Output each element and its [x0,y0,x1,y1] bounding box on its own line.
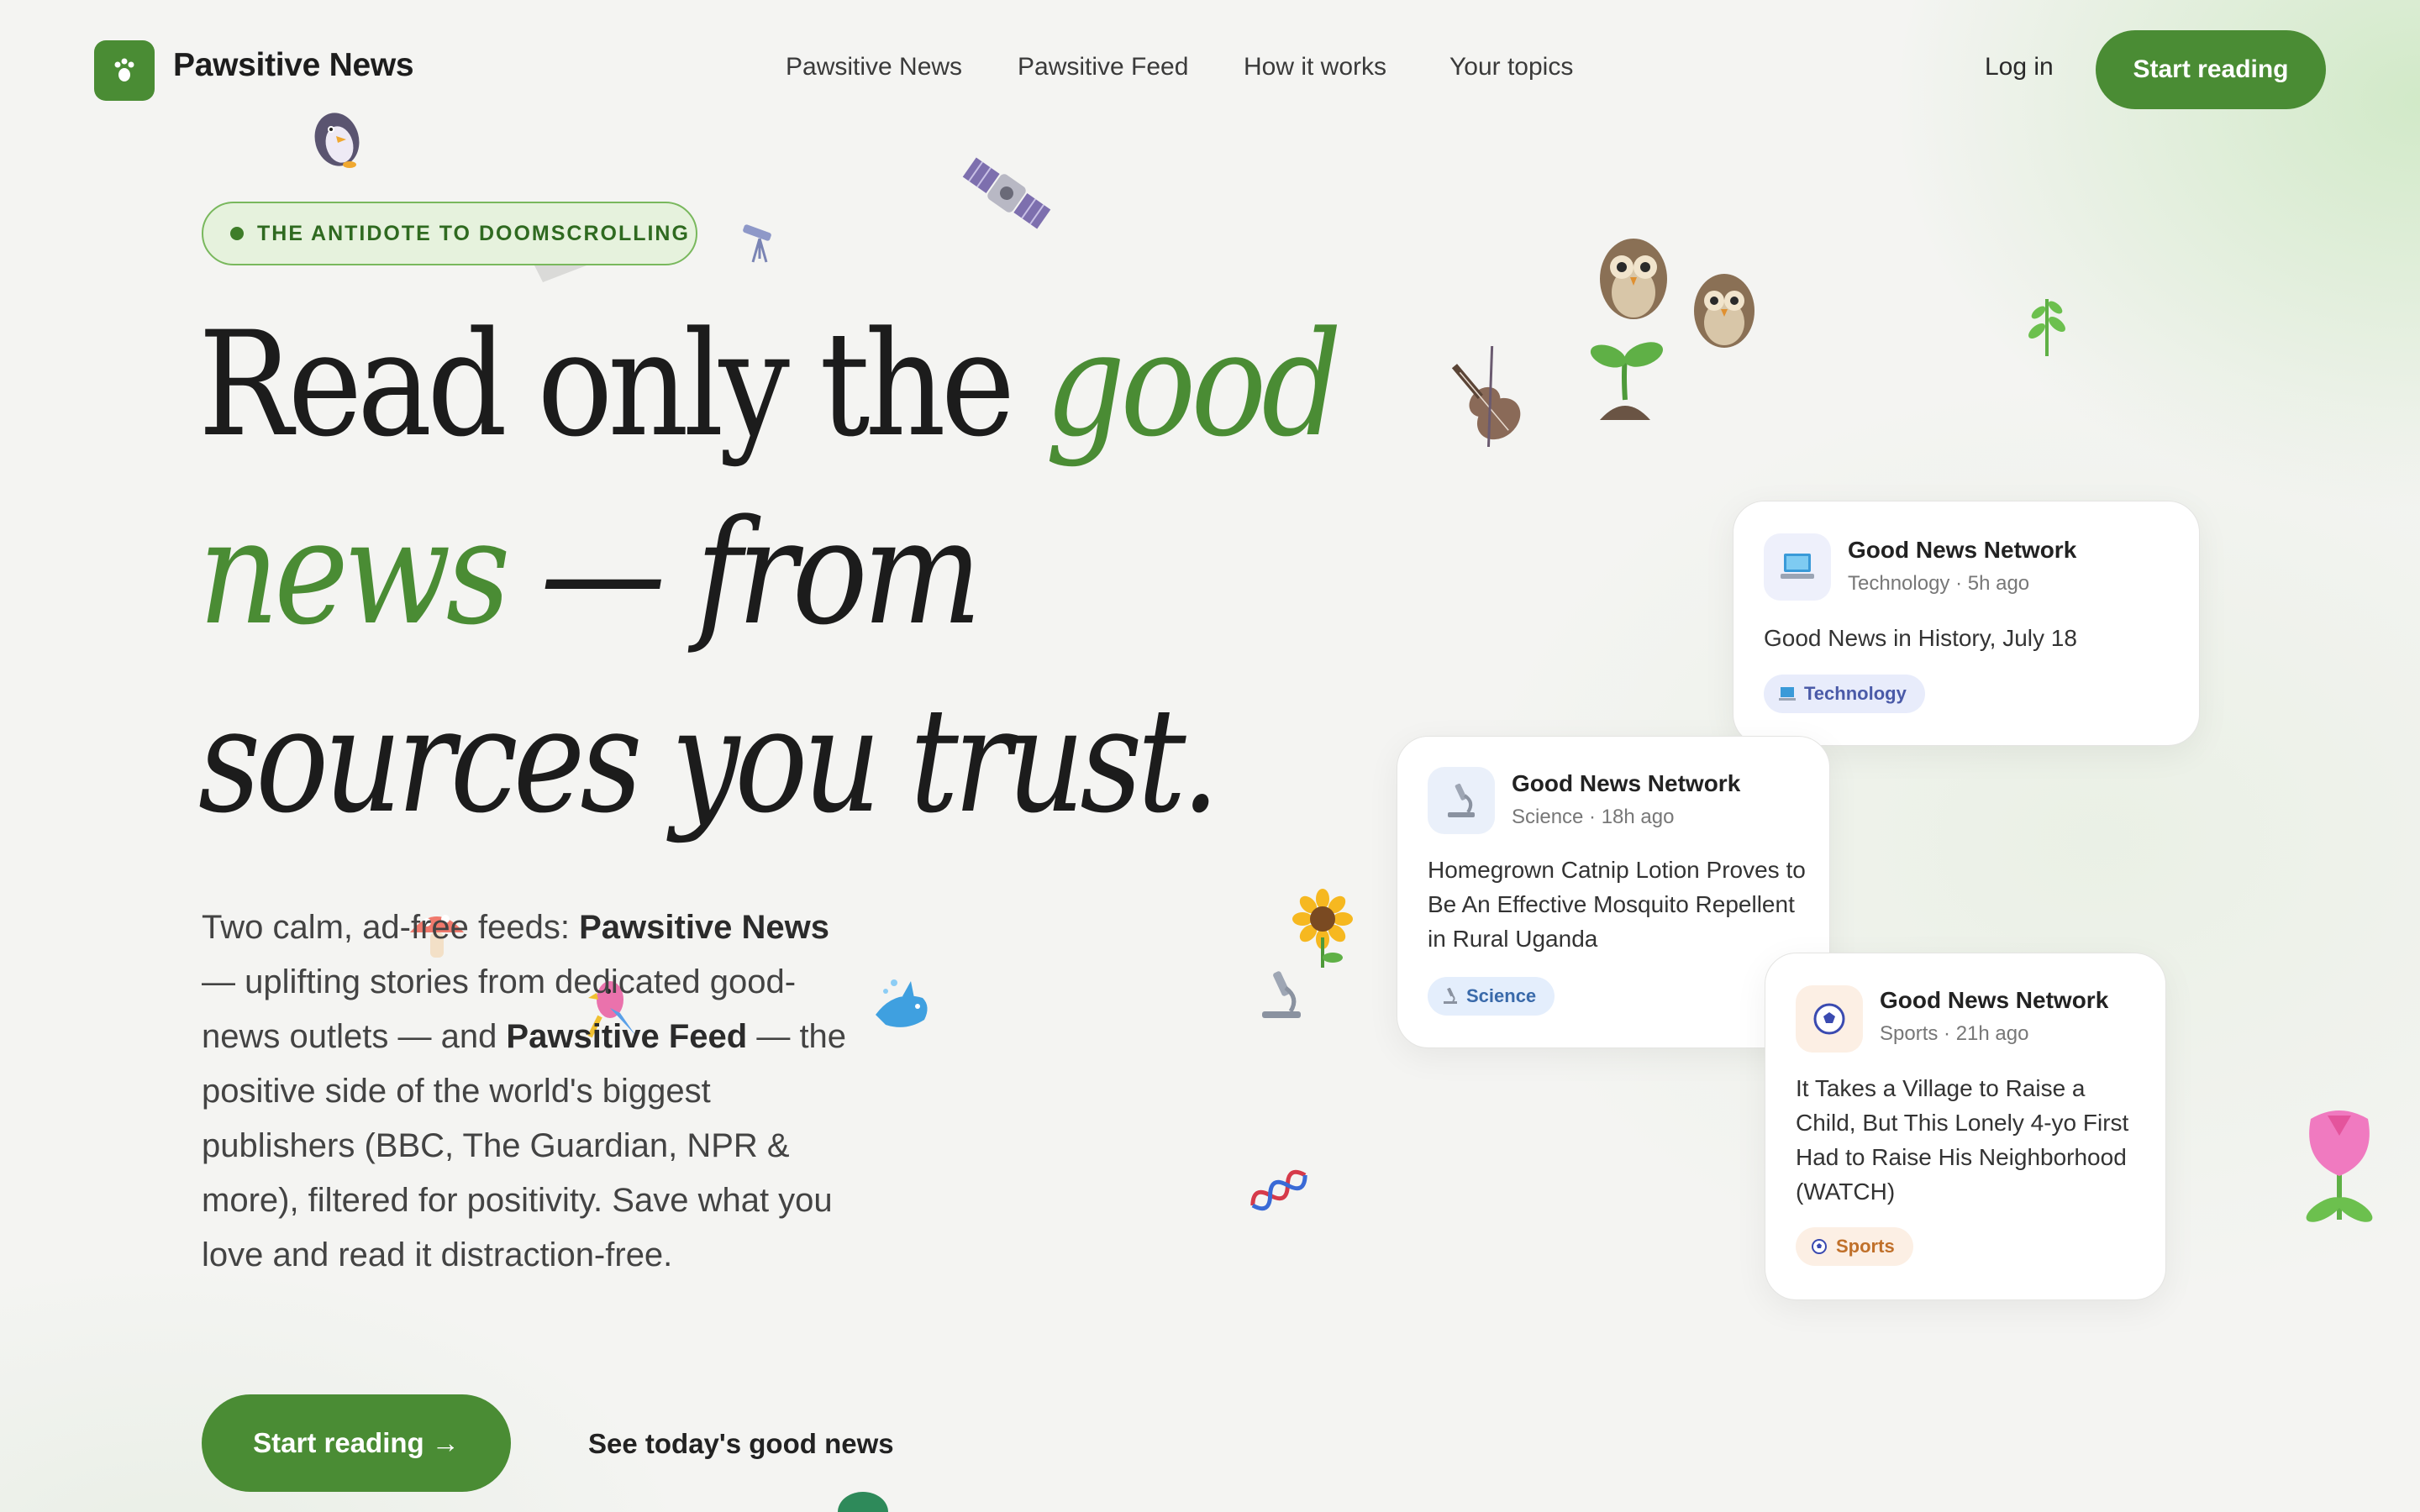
card-title[interactable]: Good News in History, July 18 [1764,621,2175,655]
microscope-icon [1428,767,1495,834]
dolphin-icon [876,979,928,1027]
tag-chip-science[interactable]: Science [1428,977,1555,1016]
nav-pawsitive-feed[interactable]: Pawsitive Feed [1018,53,1188,81]
soccer-ball-icon [1812,1239,1827,1254]
login-link[interactable]: Log in [1985,53,2054,81]
card-title[interactable]: Homegrown Catnip Lotion Proves to Be An … [1428,853,1806,956]
dna-icon [1250,1169,1307,1211]
card-title[interactable]: It Takes a Village to Raise a Child, But… [1796,1071,2149,1209]
telescope-icon [743,224,771,263]
start-reading-hero-button[interactable]: Start reading → [202,1394,511,1492]
headline-text-1: Read only the [198,300,1045,469]
card-source: Good News Network [1512,770,1741,796]
logo-icon[interactable] [94,40,155,101]
badge-dot-icon [230,227,244,240]
brand-name[interactable]: Pawsitive News [173,47,414,84]
turtle-icon [838,1492,888,1512]
tag-chip-sports[interactable]: Sports [1796,1227,1913,1266]
desc-text-3: — the positive side of the world's bigge… [202,1018,847,1273]
desc-bold-1: Pawsitive News [579,909,830,946]
tag-label: Sports [1836,1236,1895,1257]
headline-line-3: sources you trust. [198,676,1220,845]
laptop-icon [1779,687,1796,701]
satellite-icon [962,157,1051,229]
badge-text: THE ANTIDOTE TO DOOMSCROLLING [257,221,690,245]
tag-label: Technology [1804,683,1907,704]
news-card-sports[interactable]: Good News Network Sports · 21h ago It Ta… [1765,953,2166,1300]
microscope-icon [1262,971,1301,1018]
tag-label: Science [1466,985,1537,1006]
headline-line-1: Read only the good [198,312,1342,457]
headline-news: news [198,488,511,657]
tag-chip-technology[interactable]: Technology [1764,675,1925,713]
laptop-icon [1764,533,1831,601]
nav-your-topics[interactable]: Your topics [1449,53,1573,81]
card-source: Good News Network [1880,987,2109,1013]
sunflower-icon [1292,889,1353,968]
soccer-ball-icon [1796,985,1863,1053]
seedling-icon [1590,342,1663,420]
nav-pawsitive-news[interactable]: Pawsitive News [786,53,962,81]
card-meta: Technology · 5h ago [1848,572,2030,595]
headline-good: good [1044,300,1342,469]
penguin-icon [314,113,360,168]
tulip-icon [2306,1110,2373,1222]
card-source: Good News Network [1848,537,2077,563]
start-reading-button[interactable]: Start reading [2096,30,2326,109]
news-card-technology[interactable]: Good News Network Technology · 5h ago Go… [1733,501,2200,746]
card-meta: Science · 18h ago [1512,806,1675,828]
card-meta: Sports · 21h ago [1880,1022,2029,1045]
see-todays-good-news-link[interactable]: See today's good news [588,1428,894,1460]
herb-icon [2028,299,2065,356]
desc-text-1: Two calm, ad-free feeds: [202,909,580,946]
microscope-icon [1444,988,1457,1004]
hero-description: Two calm, ad-free feeds: Pawsitive News … [202,900,857,1283]
tagline-badge: THE ANTIDOTE TO DOOMSCROLLING [202,202,697,265]
headline-line-2: news — from [198,501,982,645]
nav-how-it-works[interactable]: How it works [1244,53,1386,81]
desc-bold-2: Pawsitive Feed [506,1018,748,1055]
headline-text-2: — from [505,488,982,657]
violin-icon [1451,346,1521,447]
